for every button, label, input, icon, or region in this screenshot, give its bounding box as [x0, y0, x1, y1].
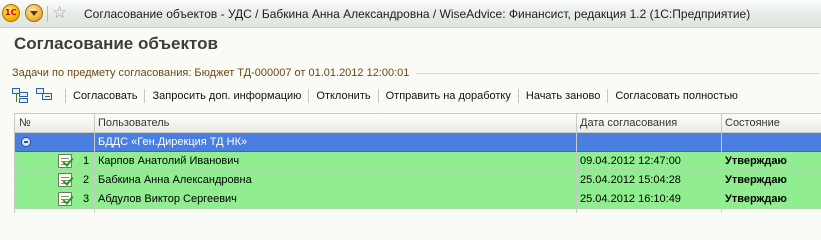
column-divider[interactable] — [94, 114, 95, 213]
send-back-button[interactable]: Отправить на доработку — [384, 90, 513, 102]
approved-document-icon — [58, 173, 72, 187]
row-user: Абдулов Виктор Сергеевич — [98, 193, 237, 205]
toolbar-separator — [144, 89, 146, 103]
toolbar-separator — [308, 89, 310, 103]
window-title: Согласование объектов - УДС / Бабкина Ан… — [84, 7, 751, 21]
table-row[interactable]: 3 Абдулов Виктор Сергеевич 25.04.2012 16… — [15, 190, 821, 209]
table-group-row[interactable]: БДДС «Ген.Дирекция ТД НК» — [15, 133, 821, 152]
app-logo-icon[interactable]: 1С — [2, 4, 20, 22]
approve-button[interactable]: Согласовать — [71, 90, 139, 102]
table-header: № Пользователь Дата согласования Состоян… — [15, 114, 821, 133]
expand-all-icon[interactable] — [12, 88, 30, 104]
reject-button[interactable]: Отклонить — [314, 90, 372, 102]
collapse-group-icon[interactable] — [21, 137, 31, 147]
column-divider[interactable] — [721, 114, 722, 213]
favorite-star-icon[interactable]: ☆ — [52, 3, 67, 23]
row-state: Утверждаю — [725, 174, 787, 186]
toolbar-separator — [65, 89, 66, 103]
page-title: Согласование объектов — [14, 34, 218, 53]
row-date: 09.04.2012 12:47:00 — [580, 155, 681, 167]
column-header-date[interactable]: Дата согласования — [580, 117, 677, 129]
collapse-all-icon[interactable] — [36, 88, 54, 104]
logo-text: 1С — [5, 8, 17, 17]
row-state: Утверждаю — [725, 193, 787, 205]
table-row[interactable]: 2 Бабкина Анна Александровна 25.04.2012 … — [15, 171, 821, 190]
column-header-user[interactable]: Пользователь — [98, 117, 169, 129]
column-divider[interactable] — [576, 114, 577, 213]
row-user: Карпов Анатолий Иванович — [98, 155, 240, 167]
row-state: Утверждаю — [725, 155, 787, 167]
column-header-state[interactable]: Состояние — [725, 117, 780, 129]
row-date: 25.04.2012 16:10:49 — [580, 193, 681, 205]
group-label: БДДС «Ген.Дирекция ТД НК» — [98, 136, 248, 148]
toolbar-separator — [377, 89, 379, 103]
main-menu-icon[interactable] — [25, 4, 43, 22]
row-num: 2 — [83, 174, 90, 186]
row-date: 25.04.2012 15:04:28 — [580, 174, 681, 186]
title-divider — [47, 6, 48, 22]
row-num: 3 — [83, 193, 90, 205]
table-row[interactable]: 1 Карпов Анатолий Иванович 09.04.2012 12… — [15, 152, 821, 171]
approved-document-icon — [58, 154, 72, 168]
approve-all-button[interactable]: Согласовать полностью — [613, 90, 740, 102]
toolbar-separator — [607, 89, 609, 103]
request-info-button[interactable]: Запросить доп. информацию — [150, 90, 303, 102]
group-divider — [416, 73, 819, 74]
row-user: Бабкина Анна Александровна — [98, 174, 252, 186]
restart-button[interactable]: Начать заново — [524, 90, 602, 102]
toolbar-separator — [517, 89, 519, 103]
window-title-bar: 1С ☆ Согласование объектов - УДС / Бабки… — [0, 0, 821, 28]
approval-table[interactable]: № Пользователь Дата согласования Состоян… — [14, 113, 821, 213]
toolbar: Согласовать Запросить доп. информацию От… — [12, 86, 740, 106]
row-num: 1 — [83, 155, 90, 167]
column-header-num[interactable]: № — [19, 117, 31, 129]
group-caption: Задачи по предмету согласования: Бюджет … — [12, 67, 410, 79]
approved-document-icon — [58, 192, 72, 206]
